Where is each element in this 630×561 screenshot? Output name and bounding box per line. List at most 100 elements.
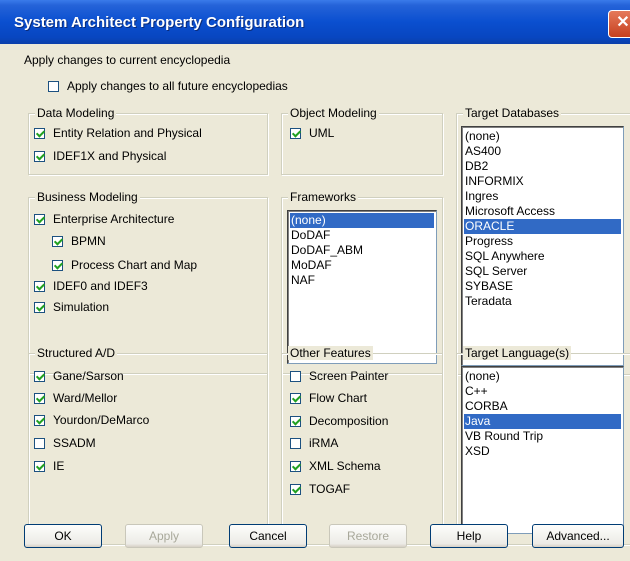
list-item[interactable]: DoDAF: [290, 228, 434, 243]
checkbox-box[interactable]: [52, 235, 63, 247]
list-item[interactable]: ORACLE: [464, 219, 621, 234]
object-modeling-title: Object Modeling: [288, 106, 379, 120]
list-item[interactable]: (none): [290, 213, 434, 228]
cancel-button[interactable]: Cancel: [229, 524, 307, 548]
frameworks-title: Frameworks: [288, 190, 359, 204]
ie-checkbox[interactable]: IE: [34, 459, 64, 473]
checkbox-label: Simulation: [53, 300, 110, 314]
checkbox-box[interactable]: [34, 437, 45, 449]
ok-button[interactable]: OK: [24, 524, 102, 548]
gane-sarson-checkbox[interactable]: Gane/Sarson: [34, 369, 124, 383]
checkbox-box[interactable]: [290, 415, 301, 427]
checkbox-label: Enterprise Architecture: [53, 212, 175, 226]
togaf-checkbox[interactable]: TOGAF: [290, 482, 350, 496]
checkbox-box[interactable]: [290, 370, 301, 382]
list-item[interactable]: Teradata: [464, 294, 621, 309]
ssadm-checkbox[interactable]: SSADM: [34, 436, 96, 450]
checkbox-box[interactable]: [34, 460, 45, 472]
bpmn-checkbox[interactable]: BPMN: [52, 234, 106, 248]
apply-future-label: Apply changes to all future encyclopedia…: [67, 79, 288, 93]
list-item[interactable]: CORBA: [464, 399, 621, 414]
apply-current-label: Apply changes to current encyclopedia: [24, 53, 231, 67]
help-button[interactable]: Help: [430, 524, 508, 548]
checkbox-box[interactable]: [34, 150, 45, 162]
list-item[interactable]: INFORMIX: [464, 174, 621, 189]
list-item[interactable]: XSD: [464, 444, 621, 459]
checkbox-label: BPMN: [71, 234, 106, 248]
screen-painter-checkbox[interactable]: Screen Painter: [290, 369, 388, 383]
frameworks-list[interactable]: (none) DoDAF DoDAF_ABM MoDAF NAF: [287, 210, 437, 364]
checkbox-box[interactable]: [34, 414, 45, 426]
xml-schema-checkbox[interactable]: XML Schema: [290, 459, 381, 473]
other-features-title: Other Features: [288, 346, 373, 360]
list-item[interactable]: VB Round Trip: [464, 429, 621, 444]
restore-button[interactable]: Restore: [329, 524, 407, 548]
enterprise-architecture-checkbox[interactable]: Enterprise Architecture: [34, 212, 174, 226]
checkbox-box[interactable]: [34, 392, 45, 404]
list-item[interactable]: C++: [464, 384, 621, 399]
list-item[interactable]: Java: [464, 414, 621, 429]
checkbox-label: TOGAF: [309, 482, 351, 496]
list-item[interactable]: SYBASE: [464, 279, 621, 294]
list-item[interactable]: MoDAF: [290, 258, 434, 273]
checkbox-label: Process Chart and Map: [71, 258, 198, 272]
target-databases-list[interactable]: (none) AS400 DB2 INFORMIX Ingres Microsoft Ac…: [461, 126, 624, 366]
list-item[interactable]: DB2: [464, 159, 621, 174]
checkbox-label: UML: [309, 126, 335, 140]
checkbox-box[interactable]: [290, 392, 301, 404]
object-modeling-group: Object Modeling: [281, 106, 443, 175]
target-languages-list[interactable]: (none) C++ CORBA Java VB Round Trip XSD: [461, 366, 624, 534]
idef0-checkbox[interactable]: IDEF0 and IDEF3: [34, 279, 148, 293]
checkbox-box[interactable]: [290, 483, 301, 495]
checkbox-box[interactable]: [290, 437, 301, 449]
process-chart-checkbox[interactable]: Process Chart and Map: [52, 258, 197, 272]
checkbox-box[interactable]: [290, 127, 301, 139]
checkbox-label: Ward/Mellor: [53, 391, 118, 405]
checkbox-box[interactable]: [290, 460, 301, 472]
list-item[interactable]: NAF: [290, 273, 434, 288]
uml-checkbox[interactable]: UML: [290, 126, 334, 140]
apply-button[interactable]: Apply: [125, 524, 203, 548]
checkbox-label: XML Schema: [309, 459, 381, 473]
list-item[interactable]: (none): [464, 369, 621, 384]
list-item[interactable]: Ingres: [464, 189, 621, 204]
list-item[interactable]: SQL Server: [464, 264, 621, 279]
checkbox-box[interactable]: [52, 259, 63, 271]
apply-future-checkbox[interactable]: Apply changes to all future encyclopedia…: [48, 79, 288, 93]
checkbox-box[interactable]: [34, 301, 45, 313]
entity-relation-checkbox[interactable]: Entity Relation and Physical: [34, 126, 202, 140]
target-databases-title: Target Databases: [463, 106, 562, 120]
list-item[interactable]: (none): [464, 129, 621, 144]
business-modeling-title: Business Modeling: [35, 190, 140, 204]
idef1x-checkbox[interactable]: IDEF1X and Physical: [34, 149, 166, 163]
list-item[interactable]: DoDAF_ABM: [290, 243, 434, 258]
flow-chart-checkbox[interactable]: Flow Chart: [290, 391, 367, 405]
target-languages-title: Target Language(s): [463, 346, 572, 360]
list-item[interactable]: Progress: [464, 234, 621, 249]
checkbox-label: IE: [53, 459, 65, 473]
close-icon[interactable]: ✕: [608, 10, 630, 38]
checkbox-label: SSADM: [53, 436, 96, 450]
checkbox-box[interactable]: [34, 280, 45, 292]
simulation-checkbox[interactable]: Simulation: [34, 300, 109, 314]
checkbox-box[interactable]: [34, 127, 45, 139]
list-item[interactable]: SQL Anywhere: [464, 249, 621, 264]
checkbox-label: Yourdon/DeMarco: [53, 413, 150, 427]
checkbox-label: Entity Relation and Physical: [53, 126, 202, 140]
window-title: System Architect Property Configuration: [14, 14, 305, 31]
list-item[interactable]: AS400: [464, 144, 621, 159]
irma-checkbox[interactable]: iRMA: [290, 436, 338, 450]
title-bar: System Architect Property Configuration …: [0, 0, 630, 44]
checkbox-box[interactable]: [34, 370, 45, 382]
yourdon-demarco-checkbox[interactable]: Yourdon/DeMarco: [34, 413, 149, 427]
ward-mellor-checkbox[interactable]: Ward/Mellor: [34, 391, 117, 405]
frameworks-items: (none) DoDAF DoDAF_ABM MoDAF NAF: [288, 211, 436, 290]
checkbox-box[interactable]: [48, 80, 59, 92]
checkbox-label: Screen Painter: [309, 369, 389, 383]
list-item[interactable]: Microsoft Access: [464, 204, 621, 219]
checkbox-box[interactable]: [34, 213, 45, 225]
checkbox-label: Gane/Sarson: [53, 369, 124, 383]
advanced-button[interactable]: Advanced...: [532, 524, 624, 548]
checkbox-label: iRMA: [309, 436, 339, 450]
decomposition-checkbox[interactable]: Decomposition: [290, 414, 388, 428]
